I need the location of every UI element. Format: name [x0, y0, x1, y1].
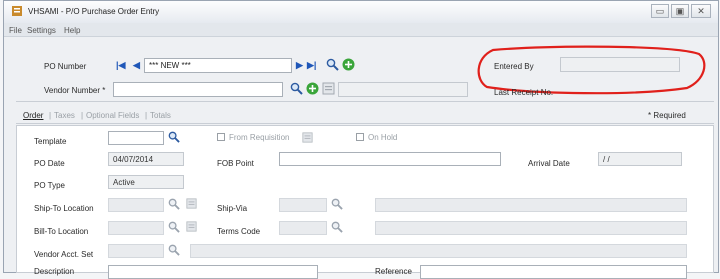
menu-settings[interactable]: Settings — [27, 26, 56, 35]
terms-code-input[interactable] — [279, 221, 327, 235]
vendor-acct-description-field — [190, 244, 687, 258]
header-divider — [16, 101, 714, 102]
reference-label: Reference — [375, 267, 412, 276]
tab-sep-1: | — [49, 111, 52, 120]
vendor-acct-set-label: Vendor Acct. Set — [34, 250, 94, 259]
po-number-input[interactable]: *** NEW *** — [144, 58, 292, 73]
restore-button[interactable]: ▣ — [671, 4, 689, 18]
add-vendor-plus-icon[interactable] — [306, 82, 319, 95]
vendor-finder-search-icon[interactable] — [290, 82, 303, 95]
po-finder-search-icon[interactable] — [326, 58, 339, 71]
last-receipt-field — [560, 85, 680, 98]
on-hold-label: On Hold — [368, 133, 398, 142]
required-note: * Required — [648, 111, 686, 120]
tab-totals[interactable]: Totals — [150, 111, 171, 120]
tab-optional-fields[interactable]: Optional Fields — [86, 111, 139, 120]
tab-order[interactable]: Order — [23, 111, 43, 120]
description-label: Description — [34, 267, 75, 276]
from-requisition-label: From Requisition — [229, 133, 290, 142]
po-type-field[interactable]: Active — [108, 175, 184, 189]
vendor-zoom-icon[interactable] — [322, 82, 335, 95]
vendor-name-field — [338, 82, 468, 97]
vendor-acct-set-input[interactable] — [108, 244, 164, 258]
menu-bar — [4, 23, 718, 37]
window-title: VHSAMI - P/O Purchase Order Entry — [28, 7, 160, 16]
last-receipt-label: Last Receipt No. — [494, 88, 554, 97]
arrival-date-label: Arrival Date — [528, 159, 570, 168]
minimize-button[interactable]: ▭ — [651, 4, 669, 18]
menu-help[interactable]: Help — [64, 26, 80, 35]
template-label: Template — [34, 137, 67, 146]
vendor-number-input[interactable] — [113, 82, 283, 97]
terms-code-description-field — [375, 221, 687, 235]
next-record-icon[interactable]: ▶ — [296, 59, 303, 71]
new-document-plus-icon[interactable] — [342, 58, 355, 71]
ship-to-location-label: Ship-To Location — [34, 204, 94, 213]
app-icon — [12, 6, 22, 16]
ship-to-finder-search-icon[interactable] — [168, 198, 180, 210]
terms-code-finder-search-icon[interactable] — [331, 221, 343, 233]
po-number-label: PO Number — [44, 62, 87, 71]
ship-via-input[interactable] — [279, 198, 327, 212]
template-input[interactable] — [108, 131, 164, 145]
fob-point-input[interactable] — [279, 152, 501, 166]
po-date-label: PO Date — [34, 159, 65, 168]
po-date-field[interactable]: 04/07/2014 — [108, 152, 184, 166]
ship-via-finder-search-icon[interactable] — [331, 198, 343, 210]
tab-taxes[interactable]: Taxes — [54, 111, 75, 120]
vendor-number-label: Vendor Number * — [44, 86, 106, 95]
previous-record-icon[interactable]: ◀ — [133, 59, 140, 71]
vendor-acct-finder-search-icon[interactable] — [168, 244, 180, 256]
tabs-divider — [16, 123, 714, 124]
tab-sep-3: | — [145, 111, 148, 120]
terms-code-label: Terms Code — [217, 227, 261, 236]
last-record-icon[interactable]: ▶| — [307, 59, 316, 71]
tab-sep-2: | — [81, 111, 84, 120]
ship-via-label: Ship-Via — [217, 204, 248, 213]
requisition-zoom-icon[interactable] — [302, 132, 313, 143]
bill-to-finder-search-icon[interactable] — [168, 221, 180, 233]
bill-to-zoom-icon[interactable] — [186, 221, 197, 232]
reference-input[interactable] — [420, 265, 687, 279]
menu-file[interactable]: File — [9, 26, 22, 35]
bill-to-location-label: Bill-To Location — [34, 227, 89, 236]
fob-point-label: FOB Point — [217, 159, 254, 168]
arrival-date-field[interactable]: / / — [598, 152, 682, 166]
po-type-label: PO Type — [34, 181, 65, 190]
ship-via-description-field — [375, 198, 687, 212]
on-hold-checkbox[interactable] — [356, 133, 364, 141]
description-input[interactable] — [108, 265, 318, 279]
template-finder-search-icon[interactable] — [168, 131, 180, 143]
ship-to-zoom-icon[interactable] — [186, 198, 197, 209]
close-button[interactable]: ✕ — [691, 4, 711, 18]
bill-to-location-input[interactable] — [108, 221, 164, 235]
first-record-icon[interactable]: |◀ — [116, 59, 125, 71]
from-requisition-checkbox[interactable] — [217, 133, 225, 141]
ship-to-location-input[interactable] — [108, 198, 164, 212]
